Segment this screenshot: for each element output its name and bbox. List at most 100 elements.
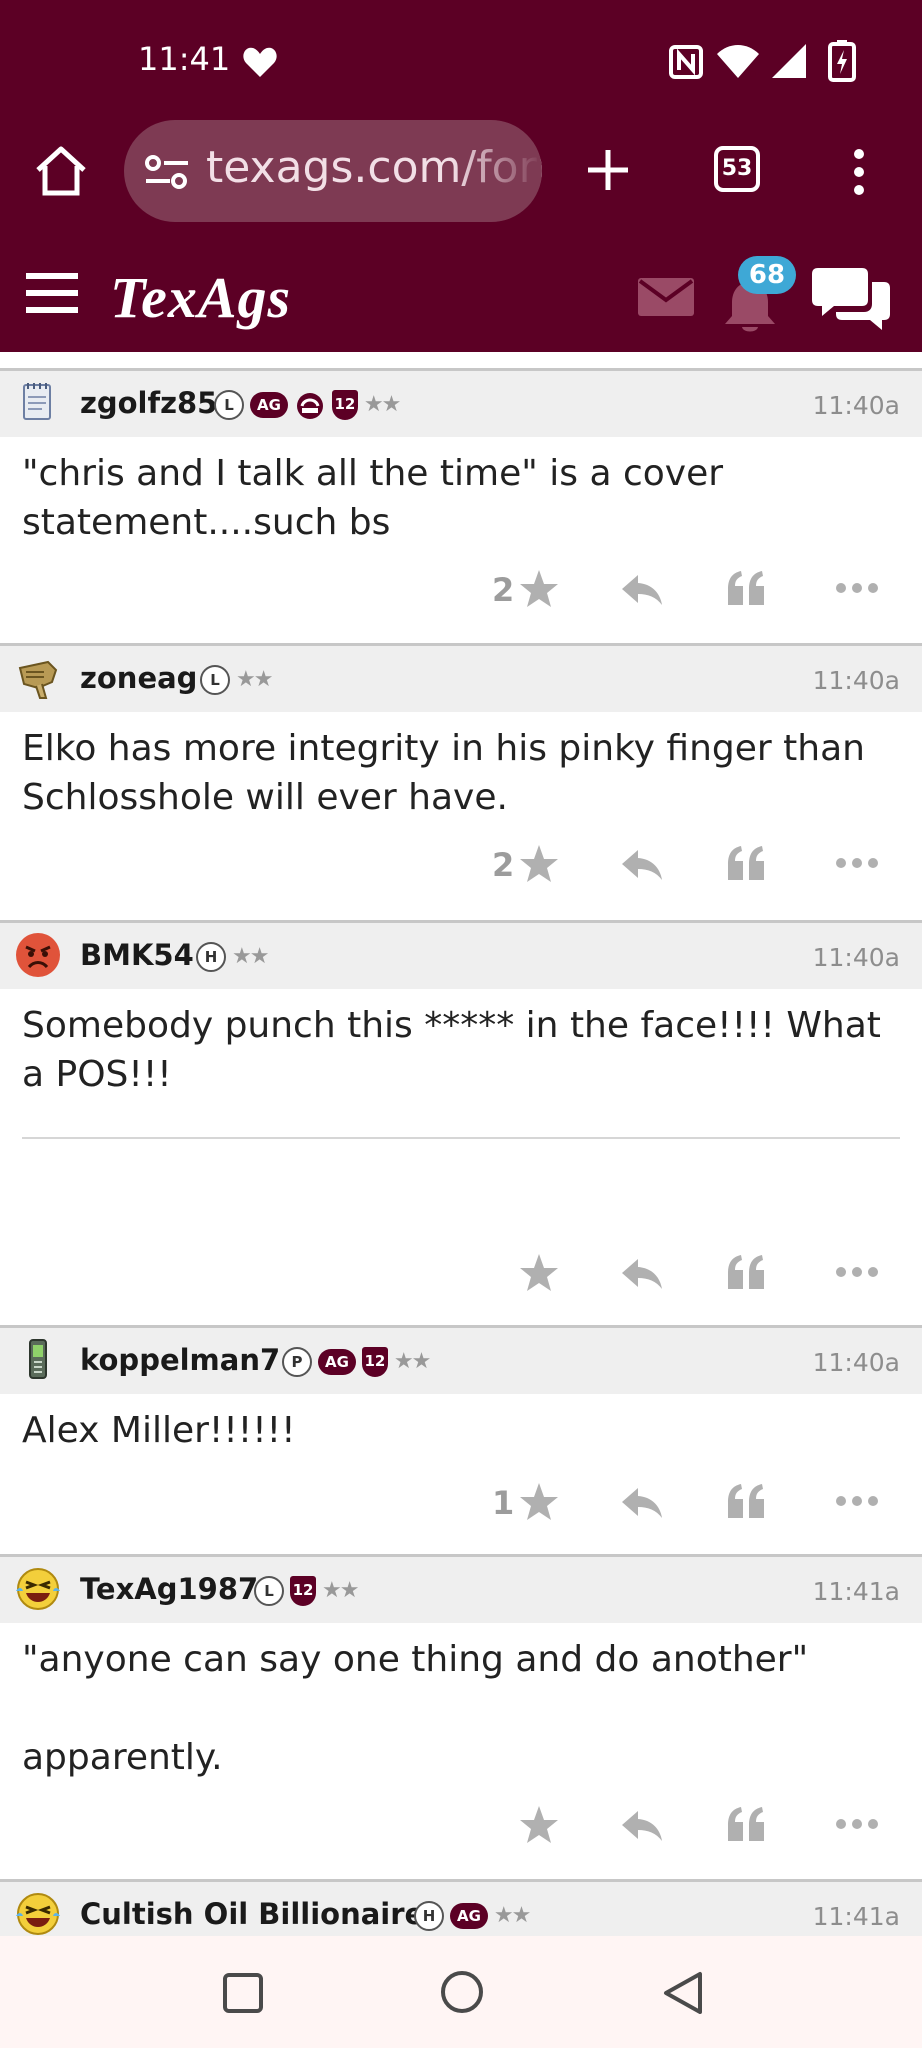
post-text: Elko has more integrity in his pinky fin… <box>22 728 865 818</box>
post-actions <box>0 1245 922 1305</box>
laughing-face-avatar-icon[interactable] <box>14 1890 62 1936</box>
home-button-icon[interactable] <box>440 1970 484 2014</box>
twelfth-man-helmet-icon <box>296 393 323 419</box>
tab-switcher-button[interactable]: 53 <box>714 146 760 192</box>
star-icon[interactable] <box>518 568 560 610</box>
new-tab-icon[interactable] <box>586 148 630 192</box>
reply-icon[interactable] <box>620 573 664 607</box>
quote-icon[interactable] <box>726 1482 766 1520</box>
angry-face-avatar-icon[interactable] <box>14 931 62 979</box>
badge-h: H <box>196 942 226 972</box>
post: zoneag L ★★ 11:40a Elko has more integri… <box>0 643 922 920</box>
recent-apps-icon[interactable] <box>222 1972 264 2014</box>
star-count: 2 <box>492 846 515 884</box>
post-body: "anyone can say one thing and do another… <box>0 1623 922 1782</box>
star-icon[interactable] <box>518 843 560 885</box>
rating-stars: ★★ <box>393 1349 431 1374</box>
system-navigation-bar <box>0 1936 922 2048</box>
more-options-icon[interactable] <box>834 1265 880 1279</box>
user-badges: L AG 12 ★★ <box>214 389 401 421</box>
rating-stars: ★★ <box>493 1903 531 1928</box>
post: TexAg1987 L 12 ★★ 11:41a "anyone can say… <box>0 1554 922 1879</box>
post-time: 11:40a <box>812 1348 900 1377</box>
post-actions: 2 <box>0 561 922 621</box>
reply-icon[interactable] <box>620 848 664 882</box>
username[interactable]: Cultish Oil Billionaire <box>80 1897 424 1931</box>
reply-icon[interactable] <box>620 1809 664 1843</box>
rating-stars: ★★ <box>232 944 269 969</box>
cellphone-avatar-icon[interactable] <box>14 1336 62 1384</box>
user-badges: H AG ★★ <box>414 1900 531 1932</box>
reply-icon[interactable] <box>620 1486 664 1520</box>
mail-icon[interactable] <box>638 278 694 316</box>
reply-icon[interactable] <box>620 1257 664 1291</box>
more-options-icon[interactable] <box>834 1817 880 1831</box>
heart-icon <box>243 47 277 77</box>
site-settings-icon[interactable] <box>144 155 190 189</box>
hamburger-menu-icon[interactable] <box>24 272 80 314</box>
post-text: apparently. <box>22 1737 223 1778</box>
badge-12th-man: 12 <box>331 390 358 420</box>
post-actions <box>0 1797 922 1857</box>
post-text: Somebody punch this ***** in the face!!!… <box>22 1005 881 1095</box>
badge-h: H <box>414 1901 444 1931</box>
badge-ag: AG <box>250 392 288 418</box>
forums-chat-icon[interactable] <box>812 266 890 332</box>
post-text: Alex Miller!!!!!! <box>22 1410 296 1451</box>
browser-menu-icon[interactable] <box>852 148 866 196</box>
post-header: BMK54 H ★★ 11:40a <box>0 923 922 989</box>
star-icon[interactable] <box>518 1252 560 1294</box>
post-text: "chris and I talk all the time" is a cov… <box>22 453 724 543</box>
badge-ag: AG <box>450 1903 488 1929</box>
post-body: Elko has more integrity in his pinky fin… <box>0 712 922 822</box>
post: koppelman7 P AG 12 ★★ 11:40a Alex Miller… <box>0 1325 922 1554</box>
post-time: 11:41a <box>812 1577 900 1606</box>
pointing-hand-avatar-icon[interactable] <box>14 654 62 702</box>
signal-icon <box>772 44 806 78</box>
username[interactable]: koppelman7 <box>80 1343 280 1377</box>
notification-count-badge[interactable]: 68 <box>738 256 796 294</box>
quote-icon[interactable] <box>726 1253 766 1291</box>
post-actions: 2 <box>0 836 922 896</box>
username[interactable]: TexAg1987 <box>80 1572 258 1606</box>
star-icon[interactable] <box>518 1804 560 1846</box>
badge-l: L <box>200 665 230 695</box>
url-fade <box>452 120 542 222</box>
post-time: 11:40a <box>812 666 900 695</box>
quote-icon[interactable] <box>726 569 766 607</box>
site-header: TexAgs 68 <box>0 250 922 352</box>
post-text: "anyone can say one thing and do another… <box>22 1639 809 1680</box>
more-options-icon[interactable] <box>834 1494 880 1508</box>
post: Cultish Oil Billionaire H AG ★★ 11:41a <box>0 1879 922 1936</box>
nfc-icon <box>669 45 703 79</box>
status-time: 11:41 <box>138 40 231 78</box>
browser-toolbar: texags.com/forums 53 <box>0 120 922 228</box>
more-options-icon[interactable] <box>834 581 880 595</box>
post-body: Somebody punch this ***** in the face!!!… <box>0 989 922 1099</box>
post-divider <box>22 1137 900 1139</box>
star-icon[interactable] <box>518 1481 560 1523</box>
post-header: koppelman7 P AG 12 ★★ 11:40a <box>0 1328 922 1394</box>
thread-feed: zgolfz85 L AG 12 ★★ 11:40a "chris and I … <box>0 352 922 1936</box>
address-bar[interactable]: texags.com/forums <box>124 120 542 222</box>
rating-stars: ★★ <box>322 1578 359 1603</box>
post-body: "chris and I talk all the time" is a cov… <box>0 437 922 547</box>
username[interactable]: zoneag <box>80 661 197 695</box>
home-icon[interactable] <box>34 144 88 198</box>
back-button-icon[interactable] <box>660 1970 706 2016</box>
badge-ag: AG <box>318 1349 356 1375</box>
post-header: zgolfz85 L AG 12 ★★ 11:40a <box>0 371 922 437</box>
post-body: Alex Miller!!!!!! <box>0 1394 922 1455</box>
badge-l: L <box>214 390 244 420</box>
notepad-avatar-icon[interactable] <box>14 379 62 427</box>
laughing-face-avatar-icon[interactable] <box>14 1565 62 1613</box>
rating-stars: ★★ <box>363 392 401 417</box>
quote-icon[interactable] <box>726 844 766 882</box>
username[interactable]: zgolfz85 <box>80 386 217 420</box>
more-options-icon[interactable] <box>834 856 880 870</box>
texags-logo[interactable]: TexAgs <box>110 264 291 331</box>
username[interactable]: BMK54 <box>80 938 194 972</box>
post-time: 11:40a <box>812 391 900 420</box>
badge-p: P <box>282 1347 312 1377</box>
quote-icon[interactable] <box>726 1805 766 1843</box>
